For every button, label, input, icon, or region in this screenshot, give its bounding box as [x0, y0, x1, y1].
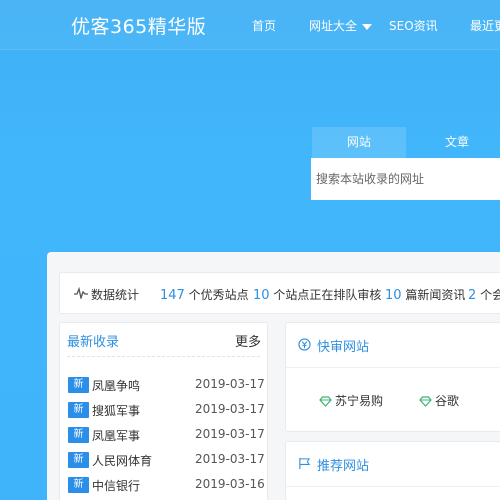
site-logo[interactable]: 优客365精华版 — [71, 12, 206, 39]
stats-members-text: 个会 — [480, 288, 500, 302]
list-item-name[interactable]: 人民网体育 — [92, 452, 152, 469]
list-item[interactable]: 新 人民网体育 2019-03-17 — [68, 452, 265, 469]
list-item-date: 2019-03-17 — [195, 402, 265, 416]
stats-news-count: 10 — [385, 288, 402, 303]
stats-sites: 147 个优秀站点 — [160, 286, 249, 303]
quick-review-card: 快审网站 苏宁易购 谷歌 — [285, 322, 500, 432]
new-badge: 新 — [68, 402, 89, 418]
list-item-name[interactable]: 搜狐军事 — [92, 402, 140, 419]
search-tab-articles[interactable]: 文章 — [410, 127, 500, 158]
stats-members-count: 2 — [468, 288, 477, 303]
stats-pending-text: 个站点正在排队审核 — [273, 288, 382, 302]
list-item[interactable]: 新 中信银行 2019-03-16 — [68, 477, 265, 494]
stats-pending: 10 个站点正在排队审核 — [253, 286, 381, 303]
site-link[interactable]: 苏宁易购 — [319, 392, 383, 409]
new-badge: 新 — [68, 477, 89, 493]
search-tab-sites[interactable]: 网站 — [312, 127, 406, 158]
stats-pending-count: 10 — [253, 288, 270, 303]
search-input[interactable] — [311, 158, 500, 200]
list-item[interactable]: 新 凤凰争鸣 2019-03-17 — [68, 377, 265, 394]
quick-review-title: 快审网站 — [317, 340, 370, 355]
new-badge: 新 — [68, 452, 89, 468]
nav-seo-news[interactable]: SEO资讯 — [389, 17, 438, 34]
recommended-card: 推荐网站 — [285, 441, 500, 500]
site-link[interactable]: 谷歌 — [419, 392, 459, 409]
list-item-name[interactable]: 凤凰争鸣 — [92, 377, 140, 394]
stats-members: 2 个会 — [468, 286, 500, 303]
divider — [67, 356, 260, 357]
new-badge: 新 — [68, 427, 89, 443]
stats-sites-text: 个优秀站点 — [188, 288, 249, 302]
nav-home[interactable]: 首页 — [252, 17, 276, 34]
list-item-date: 2019-03-17 — [195, 452, 265, 466]
recommended-title: 推荐网站 — [317, 459, 370, 474]
list-item-name[interactable]: 凤凰军事 — [92, 427, 140, 444]
list-item-date: 2019-03-17 — [195, 427, 265, 441]
nav-directory[interactable]: 网址大全 — [309, 17, 373, 34]
top-navbar: 优客365精华版 首页 网址大全 SEO资讯 最近更 — [0, 0, 500, 50]
list-item-name[interactable]: 中信银行 — [92, 477, 140, 494]
diamond-icon — [319, 396, 332, 407]
site-link-label: 苏宁易购 — [335, 394, 384, 408]
list-item[interactable]: 新 凤凰军事 2019-03-17 — [68, 427, 265, 444]
more-link[interactable]: 更多 — [235, 331, 261, 350]
pulse-icon — [74, 287, 88, 299]
nav-directory-label: 网址大全 — [309, 19, 358, 33]
divider — [286, 367, 500, 368]
stats-label: 数据统计 — [91, 288, 140, 302]
stats-sites-count: 147 — [160, 288, 185, 303]
diamond-icon — [419, 396, 432, 407]
list-item-date: 2019-03-17 — [195, 377, 265, 391]
divider — [286, 486, 500, 487]
flag-icon — [299, 457, 311, 470]
list-item-date: 2019-03-16 — [195, 477, 265, 491]
stats-news-text: 篇新闻资讯 — [405, 288, 466, 302]
list-item[interactable]: 新 搜狐军事 2019-03-17 — [68, 402, 265, 419]
latest-list: 最新收录 更多 新 凤凰争鸣 2019-03-17 新 搜狐军事 2019-03… — [59, 322, 268, 500]
latest-title: 最新收录 — [67, 335, 120, 350]
yen-icon — [298, 338, 311, 351]
new-badge: 新 — [68, 377, 89, 393]
stats-news: 10 篇新闻资讯 — [385, 286, 465, 303]
search-box — [311, 158, 500, 200]
nav-recent[interactable]: 最近更 — [470, 17, 500, 34]
caret-down-icon — [362, 23, 373, 30]
stats-bar: 数据统计 147 个优秀站点 10 个站点正在排队审核 10 篇新闻资讯 2 个… — [59, 272, 500, 314]
site-link-label: 谷歌 — [435, 394, 460, 408]
